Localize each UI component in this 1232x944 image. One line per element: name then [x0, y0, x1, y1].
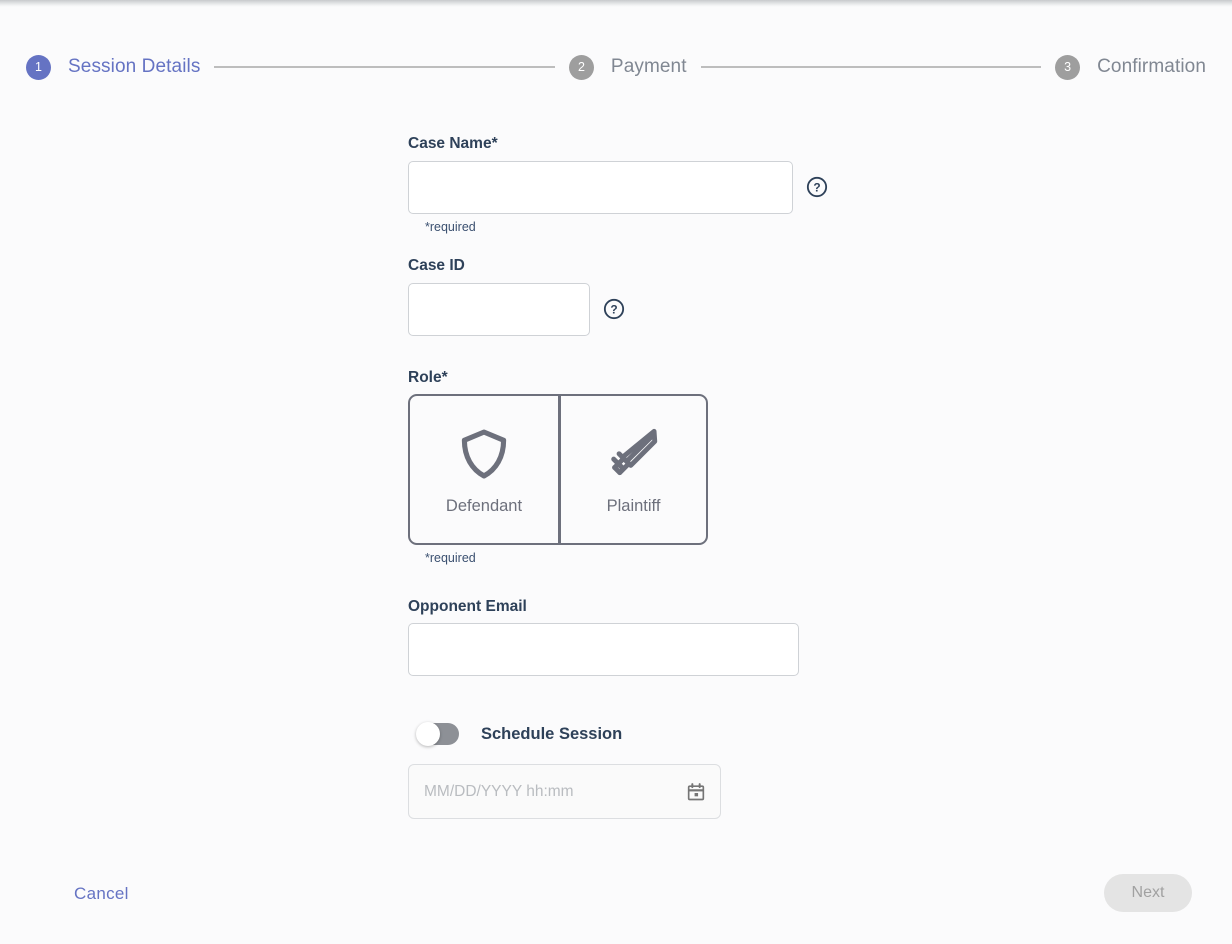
step-number-badge-1: 1: [26, 54, 51, 80]
stepper-step-payment[interactable]: 2 Payment: [568, 54, 687, 80]
help-circle-icon[interactable]: ?: [806, 176, 828, 198]
case-id-input[interactable]: [408, 282, 590, 336]
sword-icon: [604, 424, 664, 484]
step-number-badge-2: 2: [568, 54, 594, 80]
case-name-row: ?: [408, 160, 828, 214]
case-id-group: Case ID ?: [408, 258, 828, 336]
stepper-connector-2: [700, 66, 1042, 68]
role-option-defendant-label: Defendant: [445, 497, 523, 516]
step-label-session-details: Session Details: [68, 56, 201, 77]
case-id-row: ?: [408, 282, 828, 336]
help-circle-icon[interactable]: ?: [603, 298, 625, 320]
stepper-step-session-details[interactable]: 1 Session Details: [26, 54, 201, 80]
role-group: Role* Defendant Plaintiff *required: [408, 368, 828, 565]
role-required-note: *required: [425, 551, 476, 565]
case-name-required-note: *required: [425, 219, 476, 234]
case-id-label: Case ID: [408, 257, 465, 274]
toggle-thumb: [416, 722, 440, 746]
schedule-toggle-row: Schedule Session: [408, 722, 828, 746]
cancel-button[interactable]: Cancel: [68, 880, 135, 908]
role-selector: Defendant Plaintiff: [408, 394, 708, 545]
step-number-badge-3: 3: [1055, 54, 1081, 80]
schedule-datetime-field[interactable]: MM/DD/YYYY hh:mm: [408, 764, 721, 819]
case-name-group: Case Name* ? *required: [408, 136, 828, 233]
next-button[interactable]: Next: [1104, 874, 1192, 912]
shield-icon: [454, 424, 514, 484]
session-details-form: Case Name* ? *required Case ID ? Role* D…: [408, 136, 828, 819]
schedule-session-group: Schedule Session MM/DD/YYYY hh:mm: [408, 722, 828, 819]
case-name-label: Case Name*: [408, 135, 498, 152]
role-option-plaintiff-label: Plaintiff: [606, 497, 661, 516]
step-label-payment: Payment: [610, 56, 687, 77]
opponent-email-group: Opponent Email: [408, 597, 828, 676]
progress-stepper: 1 Session Details 2 Payment 3 Confirmati…: [0, 52, 1232, 82]
case-name-input[interactable]: [408, 160, 793, 214]
stepper-connector-1: [214, 66, 555, 68]
app-bar-shadow: [0, 0, 1232, 7]
stepper-step-confirmation[interactable]: 3 Confirmation: [1055, 54, 1206, 80]
svg-text:?: ?: [610, 303, 617, 317]
role-label: Role*: [408, 368, 448, 386]
role-option-defendant[interactable]: Defendant: [410, 396, 558, 543]
opponent-email-input[interactable]: [408, 623, 799, 676]
schedule-session-label: Schedule Session: [481, 724, 623, 743]
schedule-session-toggle[interactable]: [416, 722, 459, 746]
schedule-datetime-placeholder: MM/DD/YYYY hh:mm: [424, 782, 574, 800]
svg-text:?: ?: [813, 181, 820, 195]
role-option-plaintiff[interactable]: Plaintiff: [558, 396, 706, 543]
step-label-confirmation: Confirmation: [1097, 56, 1206, 77]
opponent-email-label: Opponent Email: [408, 597, 527, 615]
calendar-icon[interactable]: [686, 782, 706, 802]
